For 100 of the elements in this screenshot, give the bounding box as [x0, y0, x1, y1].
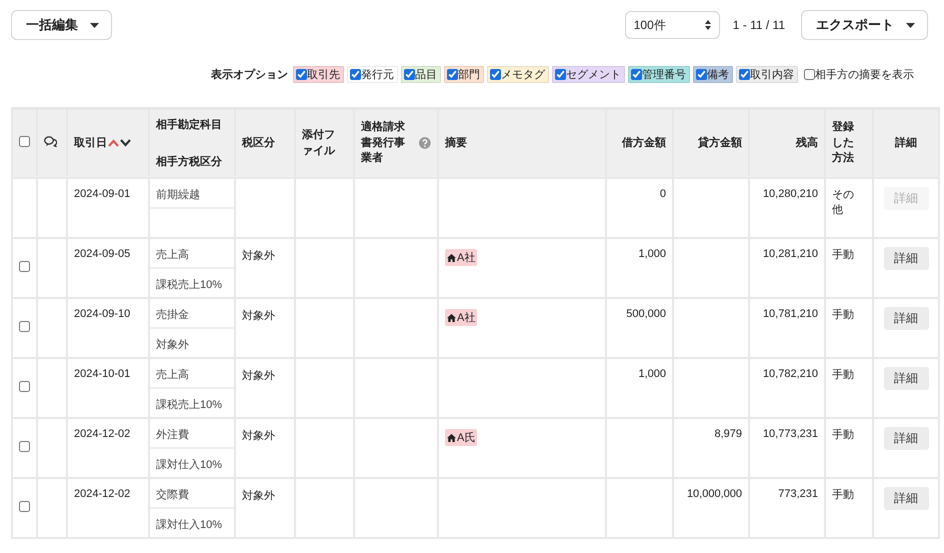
bulk-edit-button[interactable]: 一括編集: [11, 10, 112, 40]
column-header: 残高: [796, 137, 818, 150]
option-label: 相手方の摘要を表示: [815, 68, 914, 82]
row-checkbox[interactable]: [19, 261, 30, 272]
detail-button[interactable]: 詳細: [884, 427, 928, 450]
method-cell-text: 手動: [832, 488, 855, 503]
option-checkbox[interactable]: [350, 69, 361, 80]
help-icon[interactable]: [419, 137, 431, 150]
method-cell-text: 手動: [832, 308, 855, 323]
select-all-checkbox[interactable]: [19, 136, 30, 147]
tag-label: A社: [457, 311, 476, 325]
credit-cell: 10,000,000: [686, 488, 742, 500]
column-header: 詳細: [895, 137, 917, 150]
column-header: 相手勘定科目: [156, 118, 223, 132]
export-button[interactable]: エクスポート: [801, 10, 928, 40]
method-cell-text: 手動: [832, 248, 855, 263]
house-icon: [447, 254, 456, 262]
partner-tax-cell: 課税売上10%: [156, 279, 222, 291]
balance-cell: 10,773,231: [762, 428, 818, 440]
row-checkbox[interactable]: [19, 441, 30, 452]
debit-cell: 1,000: [638, 368, 666, 380]
display-options-label: 表示オプション: [211, 68, 288, 82]
account-cell: 交際費: [156, 489, 189, 501]
account-cell: 外注費: [156, 429, 189, 441]
option-label: セグメント: [566, 68, 621, 82]
detail-button[interactable]: 詳細: [884, 247, 928, 270]
tag-label: A氏: [457, 431, 476, 445]
tax-cell: 対象外: [242, 430, 275, 442]
debit-cell: 500,000: [626, 308, 666, 320]
partner-tax-cell: 課税売上10%: [156, 399, 222, 411]
option-checkbox[interactable]: [631, 69, 642, 80]
option-checkbox[interactable]: [490, 69, 501, 80]
row-checkbox[interactable]: [19, 381, 30, 392]
column-header: 適格請求書発行事業者: [361, 120, 406, 166]
tax-cell: 対象外: [242, 370, 275, 382]
option-label: 発行元: [361, 68, 394, 82]
sort-down-icon[interactable]: [120, 139, 131, 148]
balance-cell: 10,781,210: [762, 308, 818, 320]
comments-icon: [44, 136, 57, 147]
option-label: メモタグ: [501, 68, 545, 82]
option-checkbox[interactable]: [447, 69, 458, 80]
detail-button[interactable]: 詳細: [884, 487, 928, 510]
option-checkbox[interactable]: [296, 69, 307, 80]
column-header: 登録した方法: [832, 120, 855, 166]
column-header: 借方金額: [622, 137, 666, 150]
option-label: 取引先: [307, 68, 340, 82]
date-cell: 2024-10-01: [74, 368, 130, 380]
debit-cell: 0: [660, 188, 666, 200]
balance-cell: 773,231: [778, 488, 818, 500]
option-label: 備考: [707, 68, 729, 82]
page-range: 1 - 11 / 11: [732, 18, 785, 32]
option-label: 取引内容: [750, 68, 794, 82]
caret-icon: [90, 22, 99, 28]
per-page-select[interactable]: 100件: [624, 11, 720, 39]
account-cell: 売上高: [156, 249, 189, 261]
tag-label: A社: [457, 251, 476, 265]
account-cell: 前期繰越: [156, 189, 200, 201]
column-header: 貸方金額: [698, 137, 742, 150]
option-checkbox[interactable]: [555, 69, 566, 80]
caret-icon: [906, 22, 915, 28]
option-label: 部門: [458, 68, 480, 82]
house-icon: [447, 314, 456, 322]
date-cell: 2024-09-10: [74, 308, 130, 320]
house-icon: [447, 434, 456, 442]
partner-tax-cell: 課対仕入10%: [156, 459, 222, 471]
column-header: 添付ファイル: [302, 128, 336, 158]
option-label: 品目: [415, 68, 437, 82]
tax-cell: 対象外: [242, 250, 275, 262]
detail-button[interactable]: 詳細: [884, 367, 928, 390]
detail-button[interactable]: 詳細: [884, 307, 928, 330]
balance-cell: 10,280,210: [762, 188, 818, 200]
date-cell: 2024-12-02: [74, 428, 130, 440]
column-header: 相手方税区分: [156, 154, 223, 169]
balance-cell: 10,281,210: [762, 248, 818, 260]
row-checkbox[interactable]: [19, 501, 30, 512]
row-checkbox[interactable]: [19, 321, 30, 332]
debit-cell: 1,000: [638, 248, 666, 260]
account-cell: 売掛金: [156, 309, 189, 321]
partner-tax-cell: 対象外: [156, 339, 189, 351]
option-checkbox[interactable]: [804, 69, 815, 80]
credit-cell: 8,979: [714, 428, 742, 440]
option-checkbox[interactable]: [739, 69, 750, 80]
method-cell-text: その他: [832, 188, 855, 218]
column-header: 税区分: [242, 137, 275, 150]
column-header[interactable]: 取引日: [74, 137, 107, 150]
method-cell-text: 手動: [832, 368, 855, 383]
partner-tax-cell: 課対仕入10%: [156, 519, 222, 531]
method-cell-text: 手動: [832, 428, 855, 443]
date-cell: 2024-09-01: [74, 188, 130, 200]
column-header: 摘要: [445, 137, 467, 150]
balance-cell: 10,782,210: [762, 368, 818, 380]
option-checkbox[interactable]: [404, 69, 415, 80]
tax-cell: 対象外: [242, 310, 275, 322]
date-cell: 2024-09-05: [74, 248, 130, 260]
tax-cell: 対象外: [242, 490, 275, 502]
account-cell: 売上高: [156, 369, 189, 381]
updown-icon: [704, 20, 711, 30]
option-checkbox[interactable]: [696, 69, 707, 80]
option-label: 管理番号: [642, 68, 686, 82]
date-cell: 2024-12-02: [74, 488, 130, 500]
